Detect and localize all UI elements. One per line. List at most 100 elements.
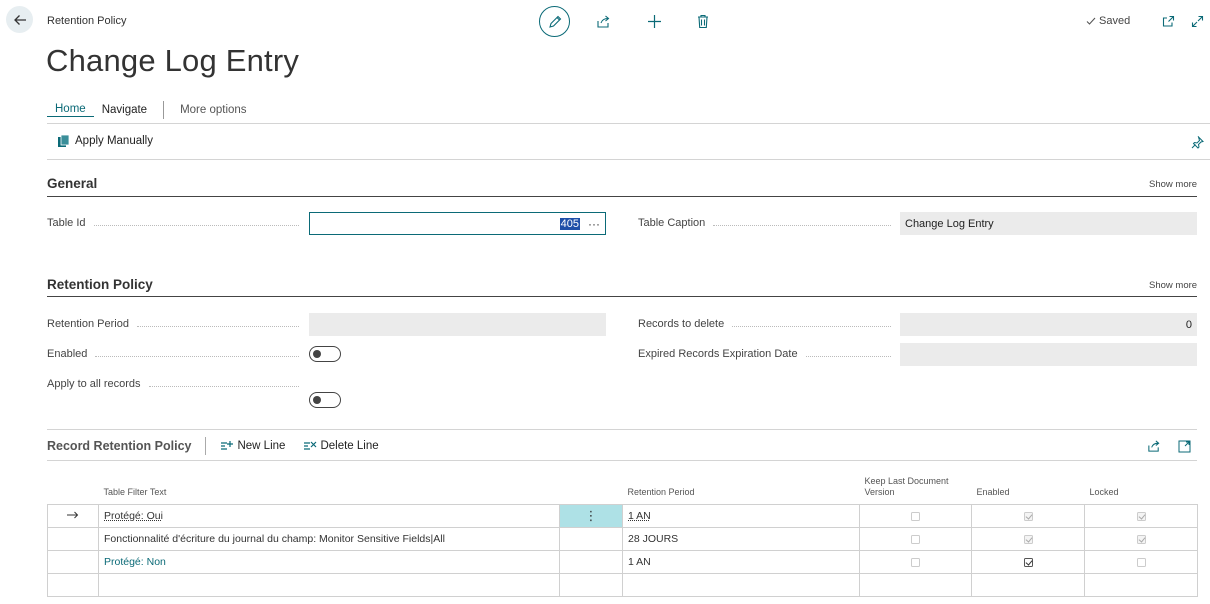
share-icon <box>596 15 609 28</box>
new-line-button[interactable]: New Line <box>220 440 285 452</box>
empty-cell <box>47 573 99 597</box>
period-cell[interactable]: 28 JOURS <box>622 527 860 551</box>
locked-checkbox[interactable] <box>1136 534 1146 544</box>
enabled-checkbox[interactable] <box>1023 511 1033 521</box>
share-button[interactable] <box>594 12 612 30</box>
records-delete-value: 0 <box>1185 318 1192 331</box>
delete-line-icon <box>304 441 317 450</box>
locked-cell[interactable] <box>1084 550 1198 574</box>
delete-button[interactable] <box>694 12 712 30</box>
pin-icon <box>1191 135 1204 149</box>
empty-cell <box>559 573 623 597</box>
column-header-menu <box>560 476 623 505</box>
locked-checkbox[interactable] <box>1136 557 1146 567</box>
new-button[interactable] <box>645 12 663 30</box>
retention-period-field[interactable] <box>309 313 606 336</box>
table-id-label: Table Id <box>47 217 299 229</box>
enabled-cell[interactable] <box>971 527 1085 551</box>
divider <box>47 460 1197 461</box>
saved-label: Saved <box>1099 15 1131 27</box>
filter-cell[interactable]: Protégé: Non <box>98 550 560 574</box>
row-indicator <box>47 550 99 574</box>
page-title: Change Log Entry <box>46 43 300 78</box>
table-row[interactable]: Protégé: Non 1 AN <box>47 550 1198 574</box>
period-cell[interactable]: 1 AN <box>622 550 860 574</box>
apply-manually-icon <box>58 134 70 147</box>
locked-cell[interactable] <box>1084 504 1198 528</box>
action-menu: Home Navigate More options <box>47 101 255 119</box>
table-caption-field: Change Log Entry <box>900 212 1197 235</box>
subpage-share-button[interactable] <box>1145 437 1163 455</box>
table-row-empty[interactable] <box>47 573 1198 597</box>
delete-line-button[interactable]: Delete Line <box>303 440 379 452</box>
more-vertical-icon[interactable]: ⋮ <box>585 508 598 523</box>
divider <box>47 159 1210 160</box>
empty-cell[interactable] <box>1084 573 1198 597</box>
table-row[interactable]: Protégé: Oui ⋮ 1 AN <box>47 504 1198 528</box>
breadcrumb: Retention Policy <box>47 15 127 27</box>
enabled-checkbox[interactable] <box>1023 557 1033 567</box>
enabled-cell[interactable] <box>971 504 1085 528</box>
keep-last-checkbox[interactable] <box>911 557 920 567</box>
tab-navigate[interactable]: Navigate <box>94 104 155 116</box>
edit-button[interactable] <box>539 6 570 37</box>
enabled-cell[interactable] <box>971 550 1085 574</box>
open-new-window-button[interactable] <box>1159 12 1177 30</box>
row-menu-button[interactable]: ⋮ <box>559 504 623 528</box>
records-delete-field: 0 <box>900 313 1197 336</box>
table-caption-value: Change Log Entry <box>905 217 994 230</box>
apply-manually-button[interactable]: Apply Manually <box>57 134 153 148</box>
pin-button[interactable] <box>1188 133 1206 151</box>
filter-cell[interactable]: Protégé: Oui <box>98 504 560 528</box>
column-header-enabled[interactable]: Enabled <box>972 476 1085 505</box>
tab-more-options[interactable]: More options <box>172 104 254 116</box>
table-row[interactable]: Fonctionnalité d'écriture du journal du … <box>47 527 1198 551</box>
table-id-value: 405 <box>559 217 580 230</box>
column-header-period[interactable]: Retention Period <box>623 476 860 505</box>
empty-cell[interactable] <box>622 573 860 597</box>
keep-last-cell[interactable] <box>859 550 972 574</box>
enabled-checkbox[interactable] <box>1023 534 1033 544</box>
lookup-ellipsis-icon[interactable]: ··· <box>588 217 600 231</box>
retention-show-more[interactable]: Show more <box>1149 280 1197 291</box>
keep-last-checkbox[interactable] <box>911 534 920 544</box>
divider <box>47 123 1210 124</box>
arrow-right-icon <box>67 511 79 519</box>
filter-cell[interactable]: Fonctionnalité d'écriture du journal du … <box>98 527 560 551</box>
subpage-expand-button[interactable] <box>1175 437 1193 455</box>
locked-checkbox[interactable] <box>1136 511 1146 521</box>
arrow-left-icon <box>13 14 26 25</box>
general-show-more[interactable]: Show more <box>1149 179 1197 190</box>
keep-last-cell[interactable] <box>859 504 972 528</box>
expired-label: Expired Records Expiration Date <box>638 348 891 360</box>
period-cell[interactable]: 1 AN <box>622 504 860 528</box>
retention-section-title[interactable]: Retention Policy <box>47 277 153 292</box>
divider <box>47 429 1197 430</box>
records-delete-label: Records to delete <box>638 318 891 330</box>
table-id-field[interactable]: 405 ··· <box>309 212 606 235</box>
empty-cell[interactable] <box>98 573 560 597</box>
pencil-icon <box>548 15 561 28</box>
expand-button[interactable] <box>1188 12 1206 30</box>
record-policy-title[interactable]: Record Retention Policy <box>47 439 191 453</box>
tab-home[interactable]: Home <box>47 103 94 117</box>
column-header-locked[interactable]: Locked <box>1085 476 1198 505</box>
share-icon <box>1148 440 1160 452</box>
expand-icon <box>1191 15 1203 27</box>
apply-all-toggle[interactable] <box>309 392 341 408</box>
column-header-filter[interactable]: Table Filter Text <box>99 476 560 505</box>
locked-cell[interactable] <box>1084 527 1198 551</box>
toolbar-divider <box>205 437 207 455</box>
expired-field <box>900 343 1197 366</box>
empty-cell[interactable] <box>859 573 972 597</box>
retention-period-label: Retention Period <box>47 318 299 330</box>
general-section-title[interactable]: General <box>47 176 97 191</box>
column-header-keep-last[interactable]: Keep Last Document Version <box>860 476 972 505</box>
back-button[interactable] <box>6 6 33 33</box>
keep-last-checkbox[interactable] <box>911 511 920 521</box>
new-line-icon <box>221 441 234 450</box>
row-indicator <box>47 527 99 551</box>
empty-cell[interactable] <box>971 573 1085 597</box>
enabled-toggle[interactable] <box>309 346 341 362</box>
keep-last-cell[interactable] <box>859 527 972 551</box>
